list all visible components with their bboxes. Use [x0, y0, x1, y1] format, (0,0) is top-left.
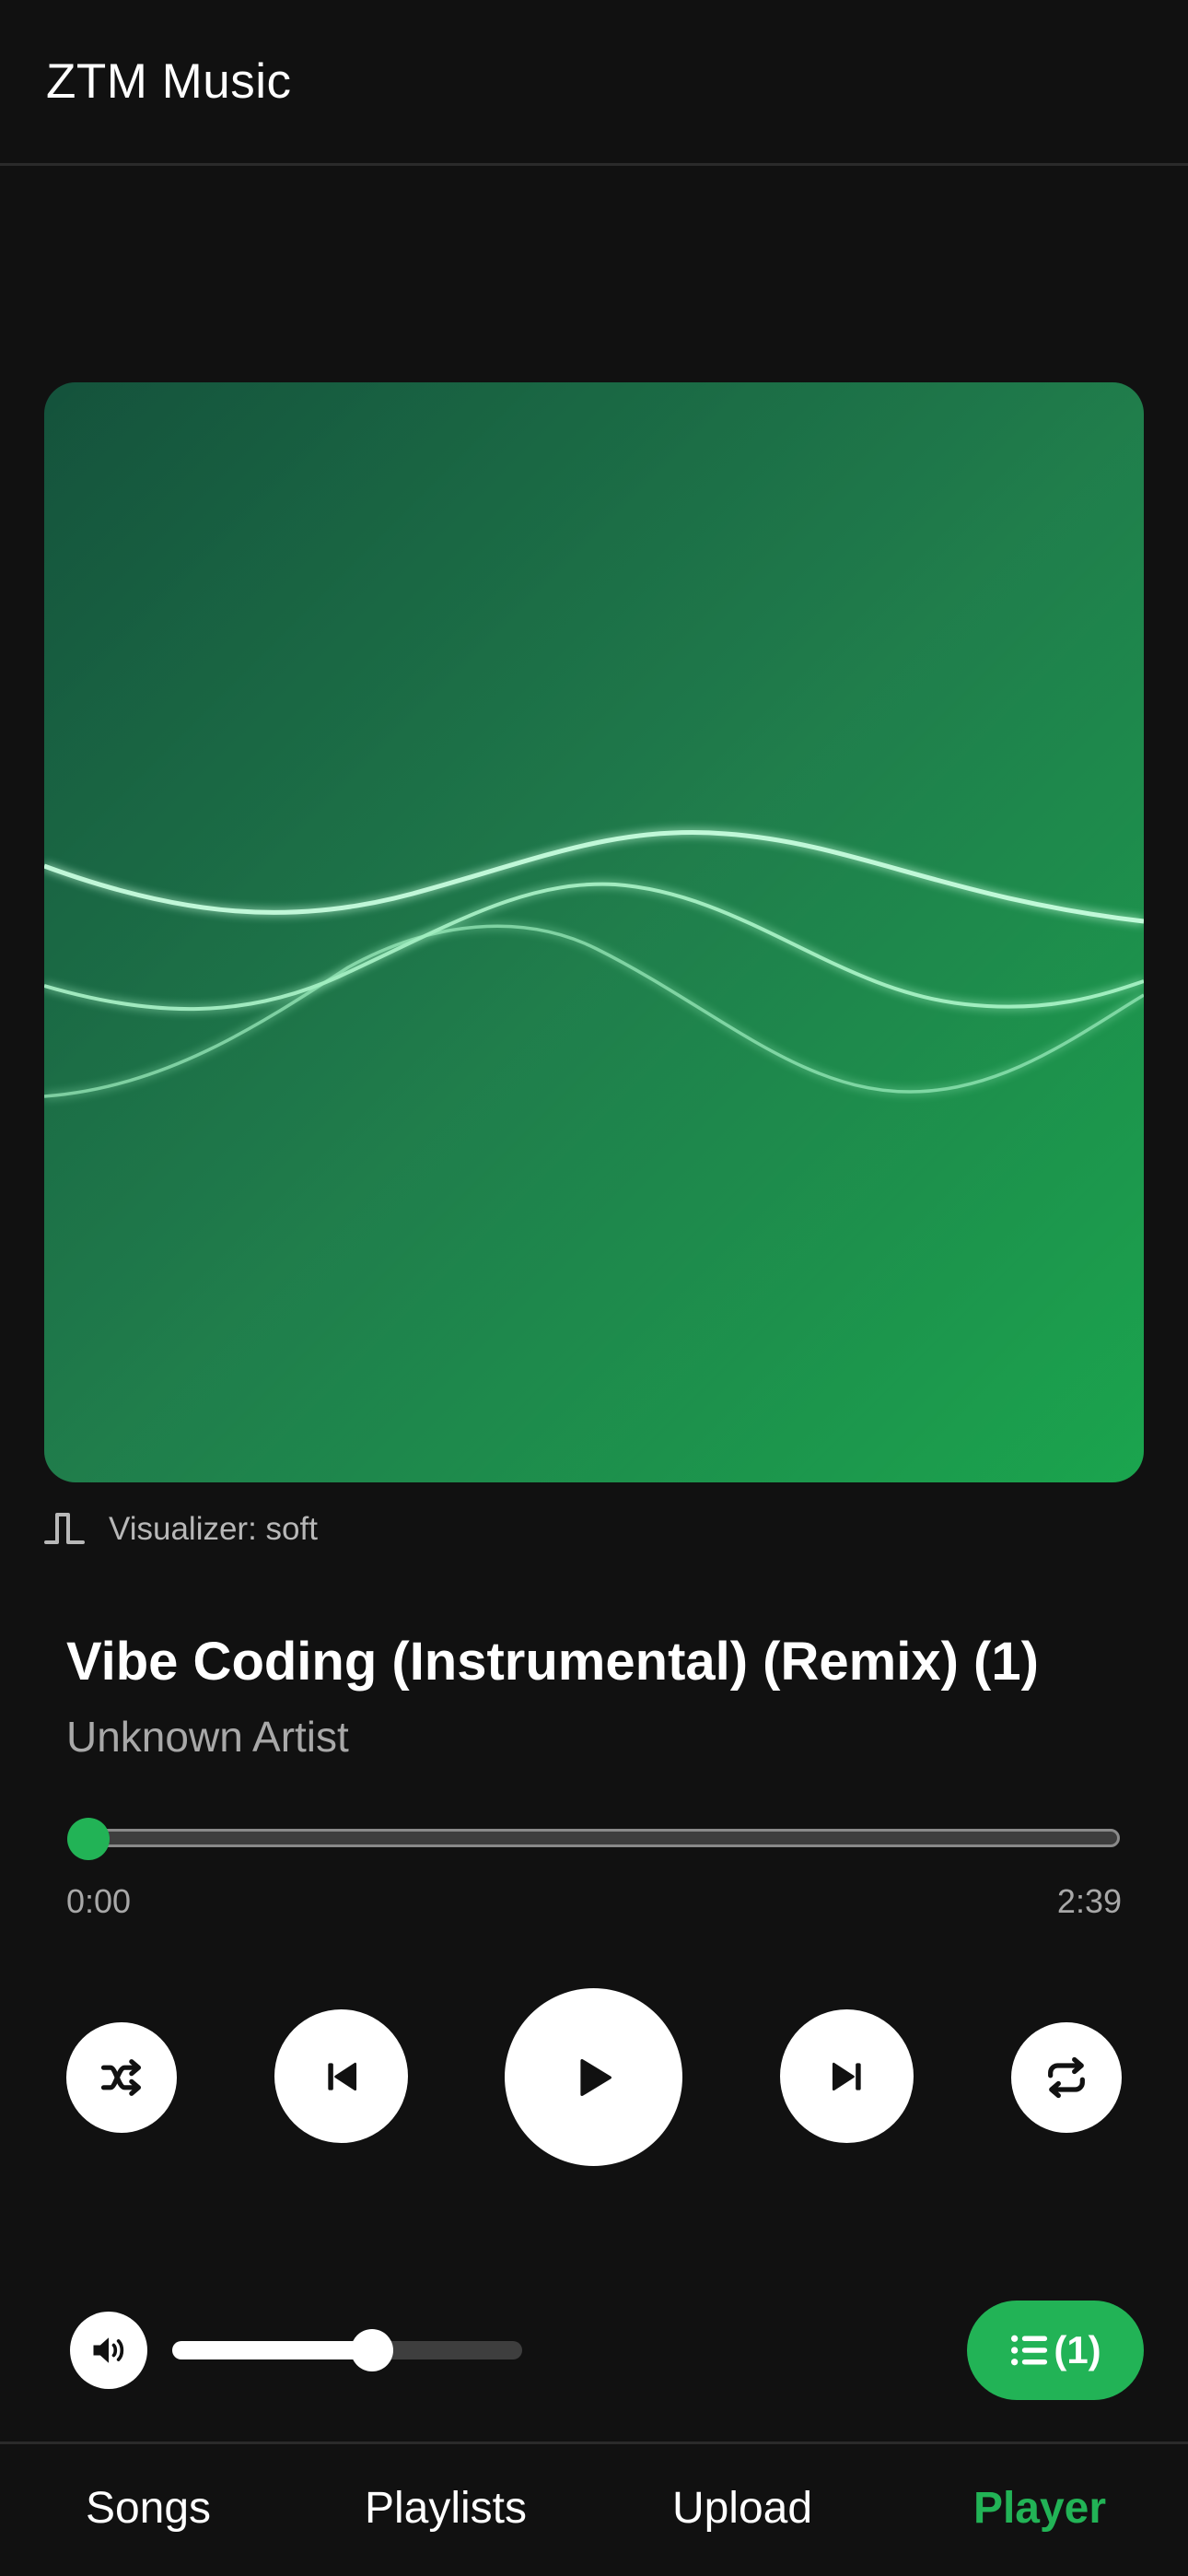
volume-button[interactable]	[70, 2312, 147, 2389]
queue-button[interactable]: (1)	[967, 2301, 1144, 2400]
tab-playlists[interactable]: Playlists	[365, 2483, 527, 2534]
list-icon	[1011, 2335, 1048, 2366]
volume-slider[interactable]	[172, 2341, 522, 2359]
next-button[interactable]	[780, 2009, 914, 2143]
bottom-nav: Songs Playlists Upload Player	[0, 2441, 1188, 2576]
skip-previous-icon	[327, 2062, 356, 2090]
progress-thumb[interactable]	[67, 1818, 110, 1860]
total-time: 2:39	[1056, 1882, 1122, 1920]
artwork-sheen	[44, 382, 1144, 1482]
track-title: Vibe Coding (Instrumental) (Remix) (1)	[66, 1632, 1039, 1692]
tab-songs[interactable]: Songs	[86, 2483, 211, 2534]
repeat-icon	[1048, 2056, 1085, 2099]
progress-bar[interactable]	[70, 1829, 1120, 1847]
volume-fill	[172, 2341, 372, 2359]
current-time: 0:00	[66, 1882, 132, 1920]
tab-player[interactable]: Player	[973, 2483, 1106, 2534]
skip-next-icon	[832, 2062, 861, 2090]
play-icon	[579, 2058, 611, 2096]
waveform-visualizer	[44, 382, 1144, 1482]
shuffle-button[interactable]	[66, 2022, 177, 2133]
app-title: ZTM Music	[46, 54, 292, 109]
track-artist: Unknown Artist	[66, 1713, 349, 1761]
shuffle-icon	[100, 2059, 142, 2096]
repeat-button[interactable]	[1011, 2022, 1122, 2133]
app-header: ZTM Music	[0, 0, 1188, 166]
square-wave-icon	[44, 1513, 85, 1544]
visualizer-toggle[interactable]: Visualizer: soft	[44, 1509, 318, 1550]
queue-count: (1)	[1054, 2328, 1101, 2371]
play-button[interactable]	[505, 1988, 682, 2166]
speaker-icon	[93, 2337, 124, 2363]
album-artwork	[44, 382, 1144, 1482]
visualizer-label: Visualizer: soft	[109, 1511, 318, 1547]
tab-upload[interactable]: Upload	[672, 2483, 812, 2534]
volume-thumb[interactable]	[350, 2329, 393, 2371]
previous-button[interactable]	[274, 2009, 408, 2143]
